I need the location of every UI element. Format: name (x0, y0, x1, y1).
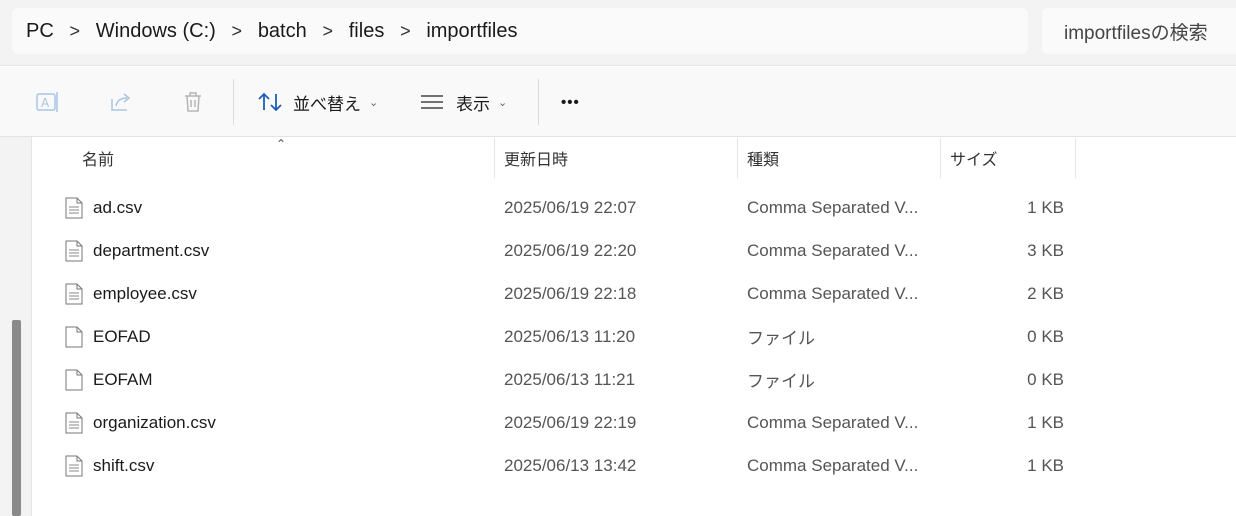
text-file-icon (65, 455, 83, 477)
file-size: 1 KB (1027, 455, 1064, 475)
chevron-down-icon: ⌄ (498, 96, 508, 109)
breadcrumb-batch[interactable]: batch (258, 20, 307, 43)
file-name: employee.csv (93, 283, 197, 303)
text-file-icon (65, 412, 83, 434)
file-name: ad.csv (93, 197, 143, 217)
file-type: Comma Separated V... (747, 283, 919, 303)
file-row[interactable]: EOFAM 2025/06/13 11:21 ファイル 0 KB (33, 358, 1083, 401)
breadcrumb-separator-icon[interactable]: > (54, 21, 96, 42)
breadcrumb-drive[interactable]: Windows (C:) (96, 20, 216, 43)
column-modified[interactable]: 更新日時 (504, 138, 568, 178)
toolbar-divider (233, 79, 234, 125)
column-header: 名前 更新日時 種類 サイズ (33, 138, 1083, 178)
file-type: Comma Separated V... (747, 197, 919, 217)
text-file-icon (65, 197, 83, 219)
sort-label: 並べ替え (293, 94, 361, 114)
command-bar: A 並べ替え ⌄ 表示 ⌄ ••• (0, 67, 1236, 137)
search-input[interactable]: importfilesの検索 (1042, 8, 1236, 54)
svg-text:A: A (41, 96, 50, 110)
file-modified: 2025/06/13 11:20 (504, 326, 636, 346)
blank-file-icon (65, 369, 83, 391)
column-divider[interactable] (737, 138, 738, 178)
file-modified: 2025/06/13 11:21 (504, 369, 636, 389)
view-list-icon (420, 93, 444, 111)
sort-icon (257, 91, 283, 113)
file-size: 2 KB (1027, 283, 1064, 303)
file-type: ファイル (747, 372, 815, 391)
file-name: EOFAD (93, 326, 151, 346)
chevron-down-icon: ⌄ (369, 96, 379, 109)
file-modified: 2025/06/19 22:20 (504, 240, 637, 260)
file-type: Comma Separated V... (747, 240, 919, 260)
blank-file-icon (65, 326, 83, 348)
breadcrumb-separator-icon[interactable]: > (307, 21, 349, 42)
text-file-icon (65, 240, 83, 262)
file-row[interactable]: department.csv 2025/06/19 22:20 Comma Se… (33, 229, 1083, 272)
file-size: 1 KB (1027, 412, 1064, 432)
file-row[interactable]: employee.csv 2025/06/19 22:18 Comma Sepa… (33, 272, 1083, 315)
breadcrumb-separator-icon[interactable]: > (216, 21, 258, 42)
breadcrumb-files[interactable]: files (349, 20, 385, 43)
scrollbar-thumb[interactable] (12, 320, 21, 516)
column-type[interactable]: 種類 (747, 138, 779, 178)
file-modified: 2025/06/19 22:07 (504, 197, 637, 217)
toolbar-divider (538, 79, 539, 125)
breadcrumb-separator-icon[interactable]: > (384, 21, 426, 42)
share-icon[interactable] (107, 88, 135, 116)
breadcrumb[interactable]: PC > Windows (C:) > batch > files > impo… (12, 8, 1028, 54)
file-size: 0 KB (1027, 369, 1064, 389)
file-modified: 2025/06/19 22:19 (504, 412, 637, 432)
file-modified: 2025/06/13 13:42 (504, 455, 637, 475)
file-name: department.csv (93, 240, 210, 260)
text-file-icon (65, 283, 83, 305)
sort-button[interactable]: 並べ替え ⌄ (257, 85, 378, 119)
rename-icon[interactable]: A (34, 88, 62, 116)
column-name[interactable]: 名前 (82, 138, 114, 178)
view-button[interactable]: 表示 ⌄ (420, 85, 507, 119)
file-size: 1 KB (1027, 197, 1064, 217)
file-type: Comma Separated V... (747, 412, 919, 432)
breadcrumb-pc[interactable]: PC (26, 20, 54, 43)
file-name: organization.csv (93, 412, 216, 432)
file-row[interactable]: ad.csv 2025/06/19 22:07 Comma Separated … (33, 186, 1083, 229)
file-type: Comma Separated V... (747, 455, 919, 475)
file-size: 0 KB (1027, 326, 1064, 346)
file-modified: 2025/06/19 22:18 (504, 283, 637, 303)
breadcrumb-importfiles[interactable]: importfiles (426, 20, 517, 43)
address-bar-area: PC > Windows (C:) > batch > files > impo… (0, 0, 1236, 66)
view-label: 表示 (456, 94, 490, 114)
file-size: 3 KB (1027, 240, 1064, 260)
column-divider[interactable] (1075, 138, 1076, 178)
more-options-button[interactable]: ••• (561, 85, 580, 119)
column-divider[interactable] (940, 138, 941, 178)
file-type: ファイル (747, 329, 815, 348)
column-size[interactable]: サイズ (950, 138, 998, 178)
file-row[interactable]: organization.csv 2025/06/19 22:19 Comma … (33, 401, 1083, 444)
file-name: EOFAM (93, 369, 153, 389)
file-row[interactable]: EOFAD 2025/06/13 11:20 ファイル 0 KB (33, 315, 1083, 358)
file-row[interactable]: shift.csv 2025/06/13 13:42 Comma Separat… (33, 444, 1083, 487)
trash-icon[interactable] (179, 88, 207, 116)
file-name: shift.csv (93, 455, 155, 475)
column-divider[interactable] (494, 138, 495, 178)
